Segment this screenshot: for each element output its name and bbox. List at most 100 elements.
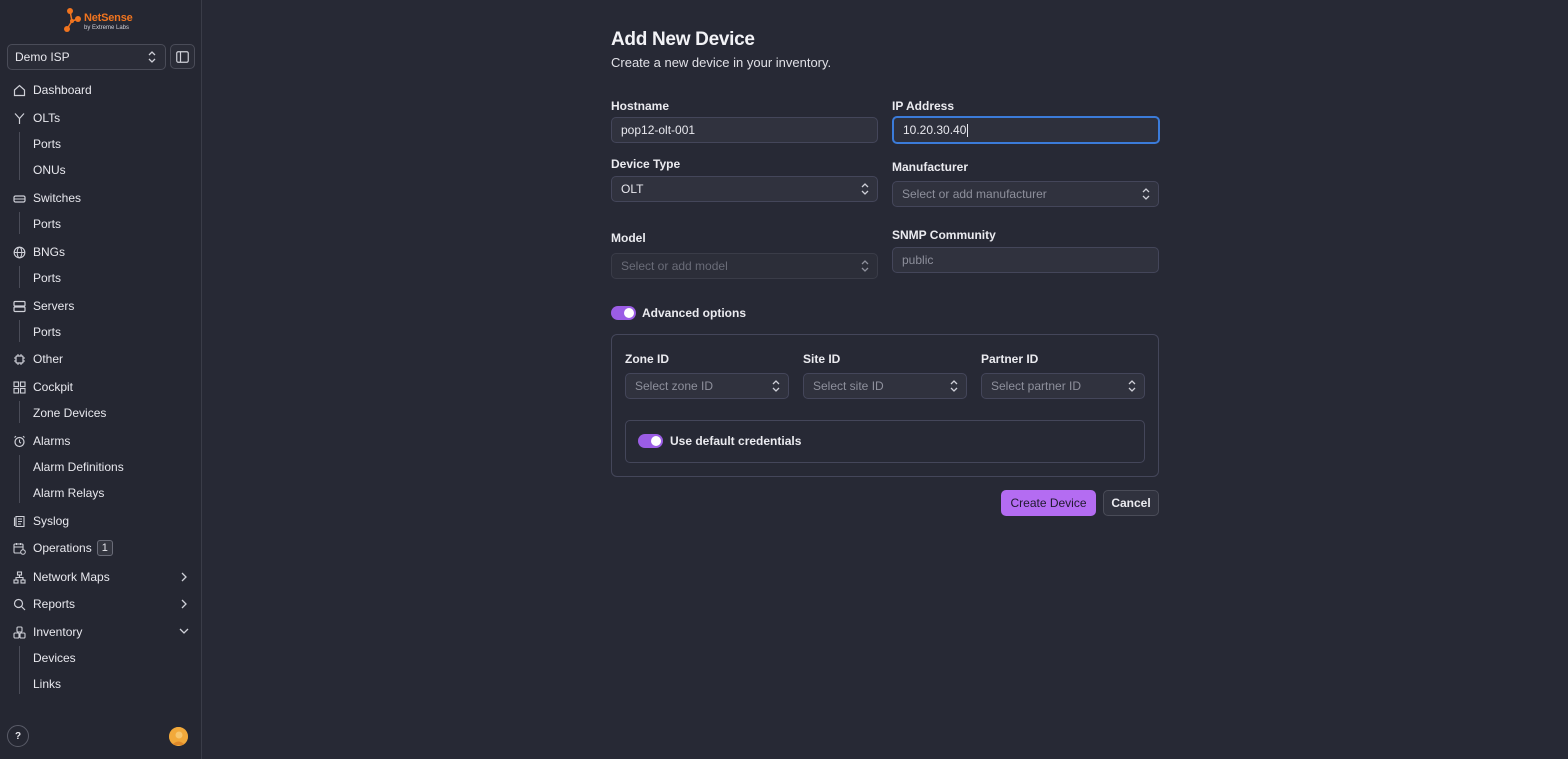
ip-address-input[interactable]: 10.20.30.40 <box>892 116 1160 144</box>
sidebar-item-alarms[interactable]: Alarms <box>12 431 192 451</box>
sidebar-item-operations[interactable]: Operations 1 <box>12 538 192 558</box>
chevron-updown-icon <box>949 379 959 393</box>
device-type-value: OLT <box>621 182 644 196</box>
help-button[interactable]: ? <box>7 725 29 747</box>
partner-id-label: Partner ID <box>981 352 1039 366</box>
text-cursor <box>967 123 969 137</box>
snmp-community-placeholder: public <box>902 253 934 267</box>
netsense-logo[interactable]: NetSense by Extreme Labs <box>62 7 142 35</box>
sidebar-item-label: Other <box>33 352 64 366</box>
ip-address-value: 10.20.30.40 <box>903 123 967 137</box>
model-label: Model <box>611 231 646 245</box>
zone-id-label: Zone ID <box>625 352 669 366</box>
sidebar-item-bngs[interactable]: BNGs <box>12 242 192 262</box>
advanced-options-label: Advanced options <box>642 306 747 320</box>
subnav-line <box>19 455 20 503</box>
switch-icon <box>12 191 26 205</box>
organization-select-value: Demo ISP <box>15 50 70 64</box>
chevron-down-icon <box>178 627 190 635</box>
network-icon <box>12 570 26 584</box>
sidebar-item-label: Reports <box>33 597 76 611</box>
sidebar-item-label: Switches <box>33 191 82 205</box>
subnav-line <box>19 646 20 694</box>
subnav-line <box>19 132 20 180</box>
hostname-input[interactable]: pop12-olt-001 <box>611 117 878 143</box>
partner-id-select[interactable]: Select partner ID <box>981 373 1145 399</box>
sidebar-panel-icon <box>176 50 189 63</box>
sidebar-item-inventory[interactable]: Inventory <box>12 622 192 642</box>
sidebar-item-label: OLTs <box>33 111 61 125</box>
subnav-line <box>19 401 20 423</box>
brand-name: NetSense <box>84 12 133 24</box>
snmp-community-label: SNMP Community <box>892 228 996 242</box>
alarm-clock-icon <box>12 434 26 448</box>
model-select[interactable]: Select or add model <box>611 253 878 279</box>
device-type-label: Device Type <box>611 157 681 171</box>
sidebar-subitem-olt-ports[interactable]: Ports <box>33 135 61 153</box>
sidebar-item-reports[interactable]: Reports <box>12 594 192 614</box>
sidebar-subitem-alarm-definitions[interactable]: Alarm Definitions <box>33 458 124 476</box>
organization-select[interactable]: Demo ISP <box>7 44 166 70</box>
sidebar-item-syslog[interactable]: Syslog <box>12 511 192 531</box>
sidebar-toggle-button[interactable] <box>170 44 195 69</box>
sidebar-subitem-devices[interactable]: Devices <box>33 649 76 667</box>
chevron-updown-icon <box>860 182 870 196</box>
logo-icon <box>64 8 81 32</box>
sidebar: NetSense by Extreme Labs Demo ISP Dashbo… <box>0 0 202 759</box>
site-id-label: Site ID <box>803 352 841 366</box>
search-icon <box>12 597 26 611</box>
subnav-line <box>19 212 20 234</box>
sidebar-item-label: Servers <box>33 299 75 313</box>
snmp-community-input[interactable]: public <box>892 247 1159 273</box>
manufacturer-select[interactable]: Select or add manufacturer <box>892 181 1159 207</box>
ip-address-label: IP Address <box>892 99 955 113</box>
cancel-button[interactable]: Cancel <box>1103 490 1159 516</box>
calendar-clock-icon <box>12 541 26 555</box>
advanced-options-toggle[interactable] <box>611 306 636 320</box>
sidebar-item-other[interactable]: Other <box>12 349 192 369</box>
sidebar-subitem-links[interactable]: Links <box>33 675 61 693</box>
globe-icon <box>12 245 26 259</box>
scroll-icon <box>12 514 26 528</box>
page-title: Add New Device <box>611 29 755 50</box>
boxes-icon <box>12 625 26 639</box>
sidebar-item-network-maps[interactable]: Network Maps <box>12 567 192 587</box>
device-type-select[interactable]: OLT <box>611 176 878 202</box>
sidebar-item-label: Network Maps <box>33 570 110 584</box>
grid-icon <box>12 380 26 394</box>
model-placeholder: Select or add model <box>621 259 728 273</box>
sidebar-item-label: Operations <box>33 541 92 555</box>
sidebar-subitem-switch-ports[interactable]: Ports <box>33 215 61 233</box>
default-credentials-label: Use default credentials <box>670 434 802 448</box>
chevron-updown-icon <box>860 259 870 273</box>
zone-id-select[interactable]: Select zone ID <box>625 373 789 399</box>
sidebar-item-label: Syslog <box>33 514 70 528</box>
sidebar-item-label: Alarms <box>33 434 71 448</box>
default-credentials-toggle[interactable] <box>638 434 663 448</box>
sidebar-subitem-server-ports[interactable]: Ports <box>33 323 61 341</box>
sidebar-item-olts[interactable]: OLTs <box>12 108 192 128</box>
hostname-label: Hostname <box>611 99 670 113</box>
sidebar-subitem-onus[interactable]: ONUs <box>33 161 66 179</box>
page-subtitle: Create a new device in your inventory. <box>611 55 832 70</box>
site-id-select[interactable]: Select site ID <box>803 373 967 399</box>
sidebar-subitem-bng-ports[interactable]: Ports <box>33 269 61 287</box>
sidebar-item-switches[interactable]: Switches <box>12 188 192 208</box>
chevron-right-icon <box>180 571 188 583</box>
fork-icon <box>12 111 26 125</box>
chevron-updown-icon <box>147 50 157 64</box>
chevron-updown-icon <box>1141 187 1151 201</box>
sidebar-item-cockpit[interactable]: Cockpit <box>12 377 192 397</box>
avatar[interactable] <box>169 727 188 746</box>
manufacturer-placeholder: Select or add manufacturer <box>902 187 1047 201</box>
home-icon <box>12 83 26 97</box>
user-avatar-icon <box>169 727 188 746</box>
create-device-button[interactable]: Create Device <box>1001 490 1096 516</box>
partner-id-placeholder: Select partner ID <box>991 379 1082 393</box>
subnav-line <box>19 266 20 288</box>
sidebar-subitem-zone-devices[interactable]: Zone Devices <box>33 404 106 422</box>
sidebar-item-dashboard[interactable]: Dashboard <box>12 80 192 100</box>
chevron-updown-icon <box>771 379 781 393</box>
sidebar-item-servers[interactable]: Servers <box>12 296 192 316</box>
sidebar-subitem-alarm-relays[interactable]: Alarm Relays <box>33 484 104 502</box>
